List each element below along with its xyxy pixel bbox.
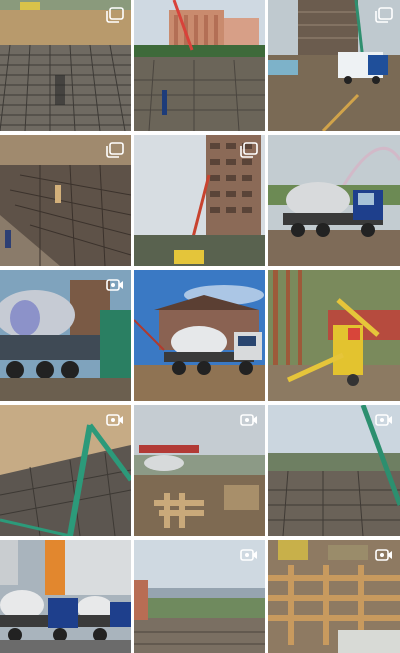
video-camera-icon bbox=[375, 547, 393, 563]
post-thumbnail[interactable] bbox=[0, 0, 131, 131]
multiple-photos-icon bbox=[240, 142, 258, 158]
post-image bbox=[268, 270, 400, 401]
post-thumbnail[interactable] bbox=[0, 135, 131, 266]
video-camera-icon bbox=[106, 277, 124, 293]
post-thumbnail[interactable] bbox=[134, 135, 265, 266]
multiple-photos-icon bbox=[375, 7, 393, 23]
post-image bbox=[268, 135, 400, 266]
post-thumbnail[interactable] bbox=[268, 405, 400, 536]
post-thumbnail[interactable] bbox=[268, 270, 400, 401]
post-thumbnail[interactable] bbox=[0, 270, 131, 401]
post-image bbox=[134, 270, 265, 401]
photo-grid bbox=[0, 0, 400, 653]
post-thumbnail[interactable] bbox=[0, 540, 131, 653]
post-thumbnail[interactable] bbox=[0, 405, 131, 536]
post-thumbnail[interactable] bbox=[268, 540, 400, 653]
post-image bbox=[0, 540, 131, 653]
multiple-photos-icon bbox=[106, 7, 124, 23]
post-image bbox=[134, 0, 265, 131]
post-thumbnail[interactable] bbox=[134, 540, 265, 653]
video-camera-icon bbox=[240, 547, 258, 563]
video-camera-icon bbox=[375, 412, 393, 428]
post-thumbnail[interactable] bbox=[268, 135, 400, 266]
video-camera-icon bbox=[106, 412, 124, 428]
video-camera-icon bbox=[240, 412, 258, 428]
post-thumbnail[interactable] bbox=[268, 0, 400, 131]
multiple-photos-icon bbox=[106, 142, 124, 158]
post-thumbnail[interactable] bbox=[134, 0, 265, 131]
post-thumbnail[interactable] bbox=[134, 405, 265, 536]
post-thumbnail[interactable] bbox=[134, 270, 265, 401]
